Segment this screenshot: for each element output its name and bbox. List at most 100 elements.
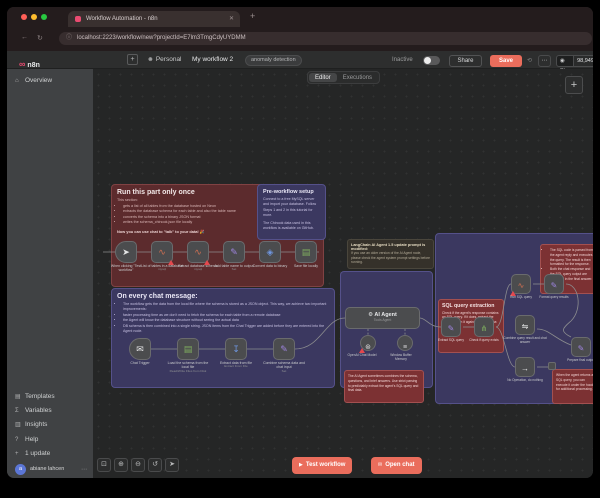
node-extract-file[interactable]: ↧ bbox=[225, 338, 247, 360]
brand-text: n8n bbox=[27, 62, 39, 69]
cursor-icon: ➤ bbox=[122, 247, 130, 257]
avatar: a bbox=[15, 464, 26, 475]
add-node-button[interactable]: + bbox=[565, 76, 583, 94]
fit-view-button[interactable]: ⊡ bbox=[97, 458, 111, 472]
node-manual-trigger[interactable]: ➤ bbox=[115, 241, 137, 263]
if-branch-icon: ⋔ bbox=[481, 324, 488, 333]
insights-icon: ▥ bbox=[15, 419, 25, 431]
refresh-icon[interactable]: ↻ bbox=[37, 34, 43, 42]
test-workflow-button[interactable]: ▶Test workflow bbox=[292, 457, 352, 474]
node-label-text: OpenAI Chat Model bbox=[348, 353, 377, 357]
zoom-in-button[interactable]: ⊕ bbox=[114, 458, 128, 472]
node-buffer-memory[interactable]: ≡ bbox=[397, 335, 413, 351]
pointer-mode-button[interactable]: ➤ bbox=[165, 458, 179, 472]
pencil-icon: ✎ bbox=[230, 247, 238, 257]
test-workflow-label: Test workflow bbox=[306, 462, 346, 468]
sidebar-label: Templates bbox=[25, 393, 55, 400]
file-icon: ▤ bbox=[302, 247, 311, 257]
workflow-canvas[interactable]: Editor Executions + Run this part only o… bbox=[93, 69, 593, 478]
tab-title: Workflow Automation - n8n bbox=[86, 11, 158, 27]
note-bullet: The SQL code is parsed from the agent re… bbox=[550, 248, 593, 267]
close-tab-icon[interactable]: ✕ bbox=[229, 11, 234, 27]
toggle-knob bbox=[424, 57, 431, 64]
node-list-tables[interactable]: ∿ bbox=[151, 241, 173, 263]
node-load-schema[interactable]: ▤ bbox=[177, 338, 199, 360]
minimize-window-button[interactable] bbox=[31, 14, 37, 20]
node-run-sql[interactable]: ∿ bbox=[511, 274, 531, 294]
open-chat-button[interactable]: ✉Open chat bbox=[371, 457, 422, 474]
more-menu-button[interactable]: ⋯ bbox=[538, 55, 551, 67]
node-label-text: Combine query result and chat answer bbox=[503, 336, 546, 344]
mysql-icon: ∿ bbox=[194, 247, 202, 257]
node-openai-model[interactable]: ⊛ bbox=[360, 335, 376, 351]
tab-editor[interactable]: Editor bbox=[309, 73, 337, 82]
github-star-widget[interactable]: ◉ Star 98,949 bbox=[556, 55, 593, 67]
note-body: Connect to a free MySQL server and impor… bbox=[263, 197, 320, 219]
zoom-out-icon: ⊖ bbox=[135, 461, 141, 468]
node-save-file[interactable]: ▤ bbox=[295, 241, 317, 263]
save-button[interactable]: Save bbox=[490, 55, 522, 67]
browser-tab-bar: Workflow Automation - n8n ✕ + bbox=[7, 7, 593, 27]
node-extract-sql[interactable]: ✎ bbox=[441, 317, 461, 337]
zoom-out-button[interactable]: ⊖ bbox=[131, 458, 145, 472]
sidebar-item-updates[interactable]: +1 update bbox=[15, 448, 50, 460]
add-panel-button[interactable]: + bbox=[127, 54, 138, 65]
node-label: Format query results bbox=[534, 295, 574, 299]
note-body: If you use an older version of the AI Ag… bbox=[351, 251, 430, 265]
browser-tab[interactable]: Workflow Automation - n8n ✕ bbox=[68, 11, 240, 27]
project-label: Personal bbox=[156, 56, 182, 63]
node-label: Check if query exists bbox=[464, 338, 504, 342]
node-add-table-name[interactable]: ✎ bbox=[223, 241, 245, 263]
sidebar-label: 1 update bbox=[25, 450, 50, 457]
history-icon[interactable]: ⟲ bbox=[527, 57, 532, 64]
logo-icon: ∞ bbox=[19, 59, 25, 69]
sticky-note-noop-info[interactable]: When the agent returns an SQL query, you… bbox=[552, 369, 593, 404]
workflow-tag[interactable]: anomaly detection bbox=[245, 55, 302, 66]
play-icon: ▶ bbox=[299, 462, 303, 468]
site-info-icon[interactable]: ⓘ bbox=[66, 32, 72, 45]
undo-button[interactable]: ↺ bbox=[148, 458, 162, 472]
node-format-results[interactable]: ✎ bbox=[544, 274, 564, 294]
sticky-note-pre-setup[interactable]: Pre-workflow setup Connect to a free MyS… bbox=[257, 184, 326, 240]
node-noop[interactable]: → bbox=[515, 357, 535, 377]
address-bar[interactable]: ⓘ localhost:2223/workflow/new?projectId=… bbox=[59, 32, 592, 45]
pencil-icon: ✎ bbox=[448, 324, 455, 333]
node-combine-result[interactable]: ⇋ bbox=[515, 315, 535, 335]
pencil-icon: ✎ bbox=[551, 281, 558, 290]
sidebar-item-help[interactable]: ?Help bbox=[15, 434, 38, 446]
close-window-button[interactable] bbox=[21, 14, 27, 20]
github-star-label[interactable]: ◉ Star bbox=[557, 56, 573, 66]
sidebar-item-variables[interactable]: ΣVariables bbox=[15, 405, 52, 417]
note-body: When the agent returns an SQL query, you… bbox=[556, 373, 593, 392]
node-chat-trigger[interactable]: ✉ bbox=[129, 338, 151, 360]
maximize-window-button[interactable] bbox=[41, 14, 47, 20]
node-label-text: When clicking "Test workflow" bbox=[111, 264, 141, 272]
node-prepare-output[interactable]: ✎ bbox=[571, 337, 591, 357]
sidebar-label: Variables bbox=[25, 407, 52, 414]
workflow-name[interactable]: My workflow 2 bbox=[192, 56, 233, 63]
node-convert-binary[interactable]: ◈ bbox=[259, 241, 281, 263]
sidebar-item-insights[interactable]: ▥Insights bbox=[15, 419, 47, 431]
node-extract-schema[interactable]: ∿ bbox=[187, 241, 209, 263]
node-combine-input[interactable]: ✎ bbox=[273, 338, 295, 360]
node-collapsed[interactable] bbox=[548, 362, 556, 370]
editor-tabs: Editor Executions bbox=[307, 71, 380, 84]
breadcrumb-project[interactable]: ☻Personal bbox=[147, 56, 182, 63]
active-toggle[interactable] bbox=[423, 56, 440, 65]
share-button[interactable]: Share bbox=[449, 55, 482, 67]
sticky-note-agent-warning[interactable]: The AI Agent sometimes combines the sche… bbox=[344, 370, 424, 403]
node-ai-agent[interactable]: ⚙ AI Agent Tools Agent bbox=[345, 307, 420, 329]
tab-executions[interactable]: Executions bbox=[337, 73, 378, 82]
user-more-icon[interactable]: ⋯ bbox=[81, 466, 87, 473]
sidebar-item-templates[interactable]: ▤Templates bbox=[15, 391, 55, 403]
sidebar-item-overview[interactable]: ⌂Overview bbox=[15, 75, 52, 87]
back-icon[interactable]: ← bbox=[21, 34, 28, 41]
new-tab-button[interactable]: + bbox=[250, 11, 255, 21]
sticky-note-langchain[interactable]: LangChain AI Agent 1.5 update prompt is … bbox=[347, 239, 434, 269]
person-icon: ☻ bbox=[147, 56, 154, 63]
zoom-in-icon: ⊕ bbox=[118, 461, 124, 468]
user-menu[interactable]: a abiane lahcen ⋯ bbox=[13, 463, 87, 477]
memory-icon: ≡ bbox=[403, 344, 407, 351]
node-check-query[interactable]: ⋔ bbox=[474, 317, 494, 337]
home-icon: ⌂ bbox=[15, 75, 25, 87]
